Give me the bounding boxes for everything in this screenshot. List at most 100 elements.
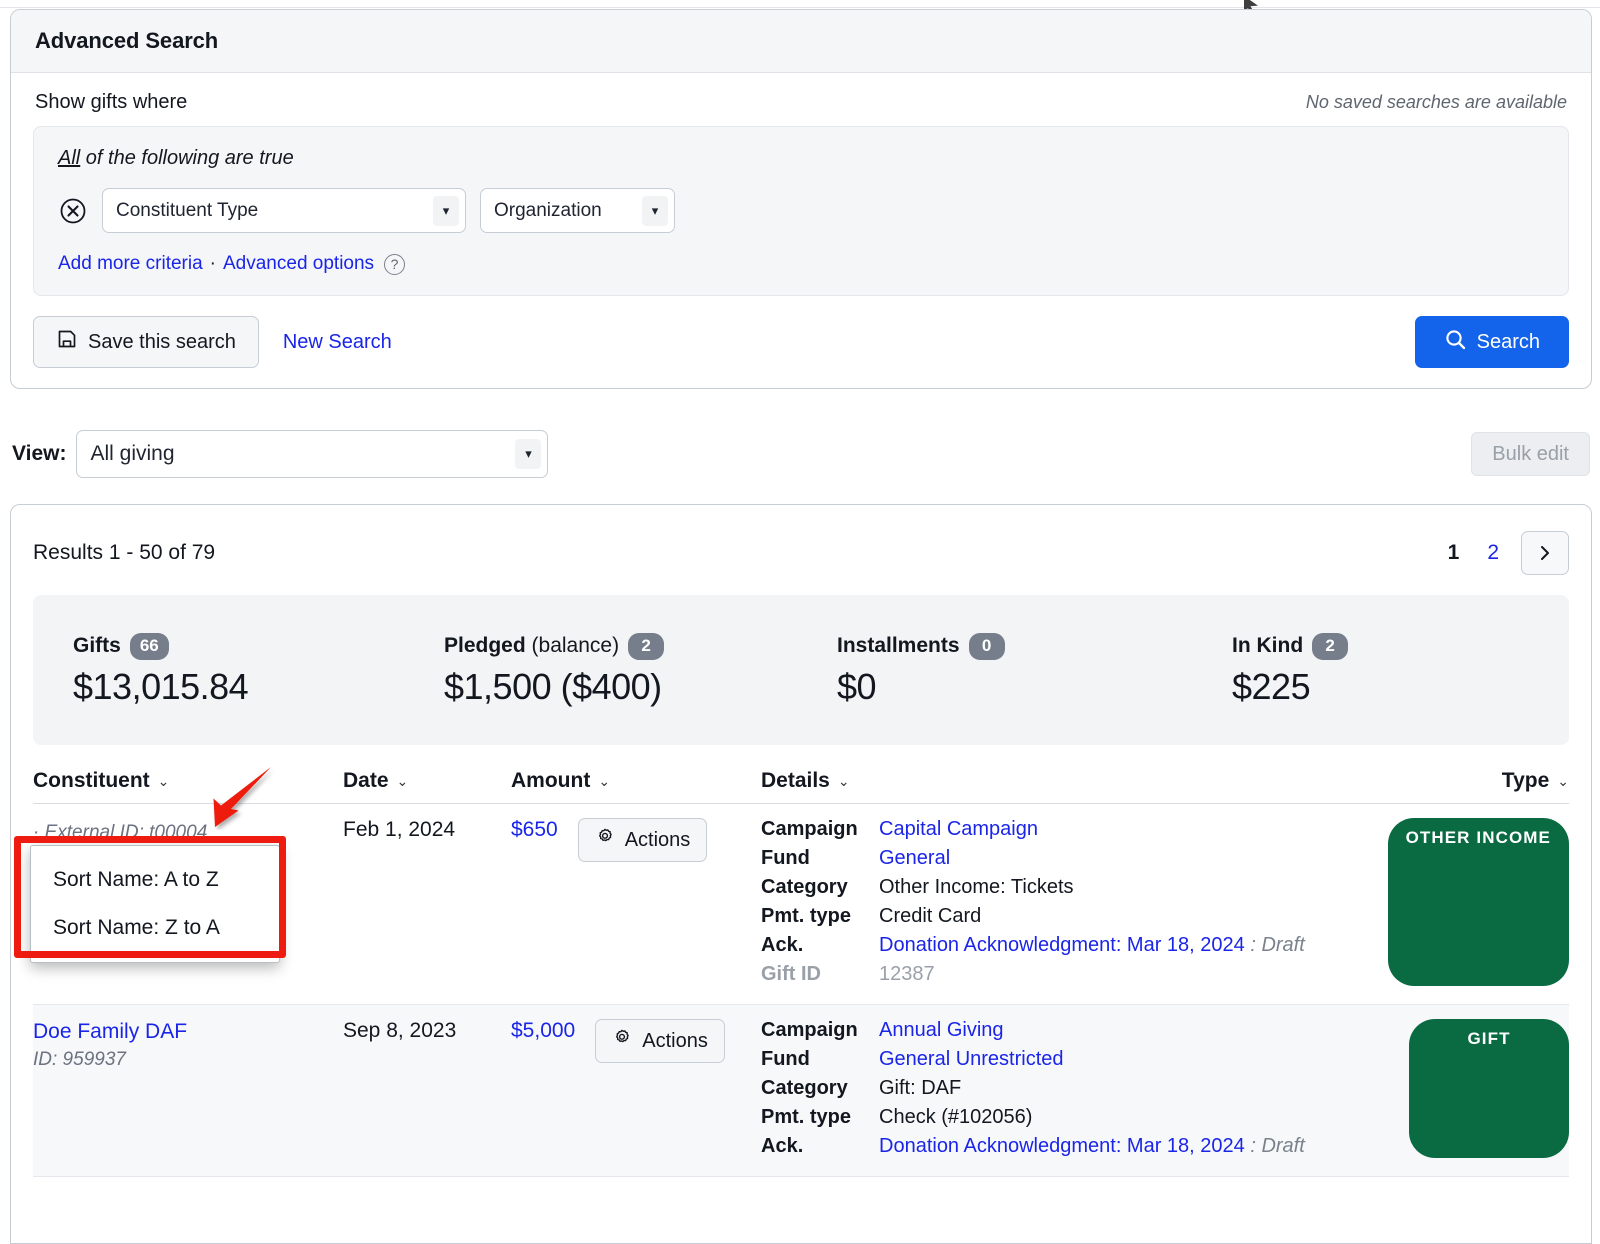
stat-installments: Installments 0 $0 <box>781 632 1174 708</box>
criteria-field-select[interactable]: Constituent Type ▾ <box>102 188 466 233</box>
criteria-value-select[interactable]: Organization ▾ <box>480 188 675 233</box>
detail-key-gift-id: Gift ID <box>761 963 821 985</box>
detail-value-ack-cell: Donation Acknowledgment: Mar 18, 2024 : … <box>879 934 1369 957</box>
row-date: Feb 1, 2024 <box>343 818 456 841</box>
detail-value-fund[interactable]: General Unrestricted <box>879 1048 1369 1071</box>
stat-installments-header: Installments 0 <box>837 632 1174 660</box>
table-header-row: Constituent ⌄ Date ⌄ Amount ⌄ Details ⌄ … <box>33 769 1569 804</box>
stat-in-kind-value: $225 <box>1232 665 1311 707</box>
stat-installments-count: 0 <box>968 632 1005 660</box>
remove-circle-icon[interactable] <box>58 196 88 226</box>
criteria-value-value: Organization <box>494 199 602 221</box>
summary-stats: Gifts 66 $13,015.84 Pledged (balance) 2 … <box>33 595 1569 745</box>
detail-key-fund: Fund <box>761 1048 810 1070</box>
detail-key-pmt-type: Pmt. type <box>761 905 852 927</box>
search-button[interactable]: Search <box>1414 316 1569 368</box>
row-details-cell: Campaign Annual Giving Fund General Unre… <box>761 1019 1369 1158</box>
results-table: Constituent ⌄ Date ⌄ Amount ⌄ Details ⌄ … <box>11 769 1591 1177</box>
sort-option-a-to-z[interactable]: Sort Name: A to Z <box>31 856 279 904</box>
stat-in-kind-name: In Kind <box>1232 634 1304 657</box>
row-amount[interactable]: $650 <box>511 818 558 842</box>
sort-option-z-to-a[interactable]: Sort Name: Z to A <box>31 904 279 952</box>
detail-key-ack: Ack. <box>761 1135 804 1157</box>
stat-in-kind-header: In Kind 2 <box>1232 632 1569 660</box>
advanced-search-header: Advanced Search <box>11 10 1591 73</box>
window-top-edge <box>0 0 1600 12</box>
row-constituent-name[interactable]: Doe Family DAF <box>33 1019 343 1045</box>
detail-key-campaign: Campaign <box>761 818 858 840</box>
row-constituent-subtitle: · External ID: t00004 <box>33 822 208 843</box>
advanced-options-link[interactable]: Advanced options <box>223 253 374 275</box>
view-select[interactable]: All giving ▾ <box>76 430 549 478</box>
detail-value-ack[interactable]: Donation Acknowledgment: Mar 18, 2024 <box>879 1135 1245 1157</box>
row-type-cell: OTHER INCOME <box>1369 818 1569 986</box>
criteria-match-mode-rest: of the following are true <box>80 147 294 169</box>
column-header-constituent-label: Constituent <box>33 769 150 792</box>
pagination-next-button[interactable] <box>1521 531 1569 575</box>
column-header-amount-label: Amount <box>511 769 591 792</box>
row-actions-label: Actions <box>642 1029 708 1052</box>
column-header-type-label: Type <box>1501 769 1550 792</box>
stat-pledged-value: $1,500 ($400) <box>444 665 662 707</box>
no-saved-searches-message: No saved searches are available <box>1305 92 1567 112</box>
detail-value-pmt-type: Check (#102056) <box>879 1106 1033 1128</box>
detail-value-campaign[interactable]: Capital Campaign <box>879 818 1369 841</box>
status-badge: GIFT <box>1409 1019 1569 1158</box>
advanced-search-panel: Advanced Search Show gifts where No save… <box>10 9 1592 389</box>
chevron-down-icon: ▾ <box>515 439 542 469</box>
detail-value-campaign[interactable]: Annual Giving <box>879 1019 1369 1042</box>
row-amount-cell: $650 Actions <box>511 818 761 986</box>
stat-pledged-header: Pledged (balance) 2 <box>444 632 781 660</box>
column-header-constituent[interactable]: Constituent ⌄ <box>33 769 343 793</box>
stat-gifts: Gifts 66 $13,015.84 <box>33 632 410 708</box>
detail-value-ack[interactable]: Donation Acknowledgment: Mar 18, 2024 <box>879 934 1245 956</box>
chevron-right-icon <box>1541 546 1549 560</box>
new-search-button[interactable]: New Search <box>275 316 400 368</box>
detail-key-category: Category <box>761 876 848 898</box>
view-label: View: <box>12 442 67 465</box>
bulk-edit-button[interactable]: Bulk edit <box>1471 432 1590 476</box>
status-badge: OTHER INCOME <box>1387 818 1569 986</box>
pagination-page-1[interactable]: 1 <box>1434 541 1474 565</box>
results-count: Results 1 - 50 of 79 <box>33 541 216 564</box>
stat-in-kind-count: 2 <box>1312 632 1349 660</box>
help-circle-icon[interactable]: ? <box>384 253 406 275</box>
chevron-down-icon: ⌄ <box>396 772 409 789</box>
criteria-group: All of the following are true Constituen… <box>33 126 1569 296</box>
detail-key-fund: Fund <box>761 847 810 869</box>
row-amount[interactable]: $5,000 <box>511 1019 575 1043</box>
stat-pledged: Pledged (balance) 2 $1,500 ($400) <box>410 632 781 708</box>
criteria-match-mode-word[interactable]: All <box>58 147 80 169</box>
search-button-label: Search <box>1476 330 1540 353</box>
chevron-down-icon: ▾ <box>642 195 668 226</box>
column-header-details[interactable]: Details ⌄ <box>761 769 1369 793</box>
results-header: Results 1 - 50 of 79 1 2 <box>11 505 1591 589</box>
show-gifts-label: Show gifts where <box>35 91 188 113</box>
advanced-search-body: Show gifts where No saved searches are a… <box>11 73 1591 388</box>
table-row[interactable]: Doe Family DAF ID: 959937 Sep 8, 2023 $5… <box>33 1005 1569 1177</box>
stat-gifts-name: Gifts <box>73 634 121 657</box>
row-actions-button[interactable]: Actions <box>577 818 708 862</box>
constituent-sort-menu[interactable]: Sort Name: A to Z Sort Name: Z to A <box>30 845 280 963</box>
chevron-down-icon: ⌄ <box>1557 772 1569 789</box>
row-constituent-subtitle: ID: 959937 <box>33 1049 126 1071</box>
criteria-field-value: Constituent Type <box>116 199 259 221</box>
gear-icon <box>595 827 615 853</box>
column-header-type[interactable]: Type ⌄ <box>1369 769 1569 793</box>
save-this-search-button[interactable]: Save this search <box>33 316 259 368</box>
chevron-down-icon: ⌄ <box>837 772 850 789</box>
detail-value-gift-id: 12387 <box>879 963 935 985</box>
detail-value-fund[interactable]: General <box>879 847 1369 870</box>
detail-ack-status: : Draft <box>1244 1135 1305 1157</box>
chevron-down-icon: ▾ <box>433 195 459 226</box>
column-header-date[interactable]: Date ⌄ <box>343 769 511 793</box>
row-constituent-cell: Doe Family DAF ID: 959937 <box>33 1019 343 1158</box>
add-more-criteria-link[interactable]: Add more criteria <box>58 253 203 275</box>
gear-icon <box>612 1028 632 1054</box>
row-actions-label: Actions <box>624 828 691 851</box>
row-actions-button[interactable]: Actions <box>595 1019 725 1063</box>
pagination-page-2[interactable]: 2 <box>1473 541 1513 565</box>
link-separator: · <box>209 253 216 274</box>
column-header-amount[interactable]: Amount ⌄ <box>511 769 761 793</box>
detail-value-category: Other Income: Tickets <box>879 876 1074 898</box>
